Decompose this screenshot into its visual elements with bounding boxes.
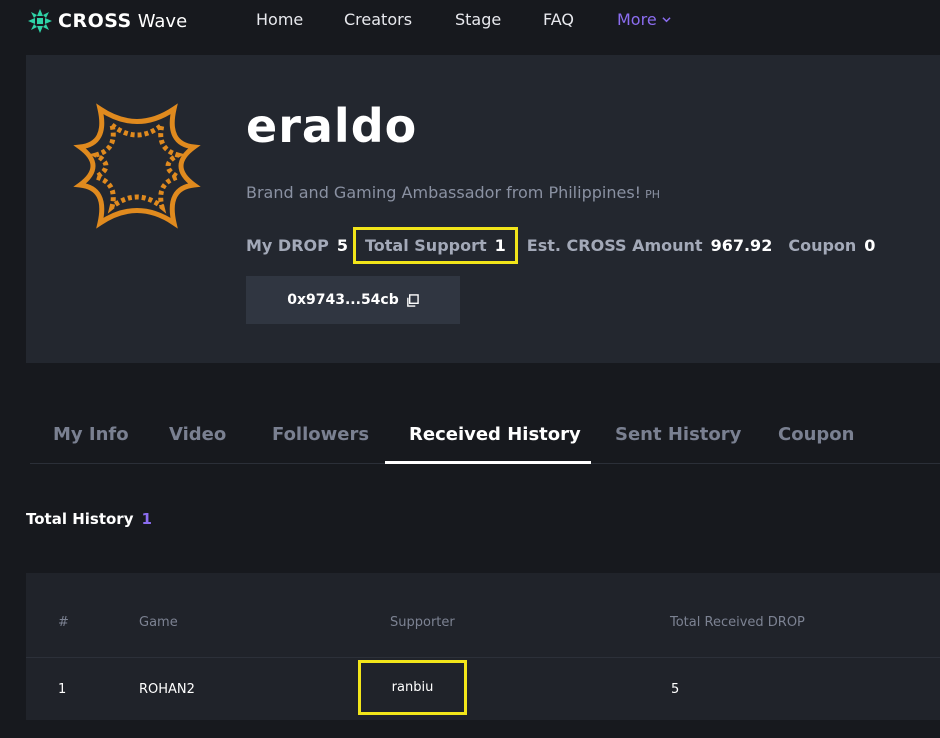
cell-game: ROHAN2 <box>139 682 195 697</box>
col-received-header: Total Received DROP <box>670 615 805 630</box>
table-divider <box>26 657 940 658</box>
stat-total-support: Total Support 1 <box>353 227 518 264</box>
brand-sub: Wave <box>137 10 188 32</box>
stat-total-support-label: Total Support <box>365 236 487 255</box>
tab-my-info[interactable]: My Info <box>53 424 129 445</box>
nav-creators[interactable]: Creators <box>344 10 412 29</box>
total-history-count: 1 <box>141 510 152 528</box>
tab-received-history[interactable]: Received History <box>409 424 581 445</box>
stat-my-drop-value: 5 <box>336 236 348 255</box>
profile-name: eraldo <box>246 99 418 153</box>
stat-my-drop: My DROP 5 <box>246 236 348 255</box>
top-nav: CROSS Wave Home Creators Stage FAQ More <box>0 0 940 42</box>
nav-more-label: More <box>617 10 657 29</box>
copy-icon <box>406 293 419 307</box>
nav-home[interactable]: Home <box>256 10 303 29</box>
tab-followers[interactable]: Followers <box>272 424 369 445</box>
total-history-label: Total History <box>26 510 134 528</box>
stat-coupon: Coupon 0 <box>788 236 875 255</box>
stat-total-support-value: 1 <box>494 236 506 255</box>
cross-logo-icon <box>28 9 52 33</box>
brand-name: CROSS <box>58 10 132 32</box>
col-index-header: # <box>58 615 69 630</box>
wallet-address: 0x9743...54cb <box>287 292 399 308</box>
total-history: Total History 1 <box>26 510 152 528</box>
tab-sent-history[interactable]: Sent History <box>615 424 741 445</box>
stat-est-cross: Est. CROSS Amount 967.92 <box>527 236 773 255</box>
avatar <box>73 103 201 229</box>
col-game-header: Game <box>139 615 178 630</box>
cell-received: 5 <box>671 682 680 697</box>
page: CROSS Wave Home Creators Stage FAQ More … <box>0 0 940 738</box>
cell-index: 1 <box>58 682 67 697</box>
profile-card: eraldo Brand and Gaming Ambassador from … <box>26 55 940 363</box>
chevron-down-icon <box>662 17 671 23</box>
nav-faq[interactable]: FAQ <box>543 10 574 29</box>
bio-text: Brand and Gaming Ambassador from Philipp… <box>246 183 642 202</box>
stat-est-cross-label: Est. CROSS Amount <box>526 236 703 255</box>
nav-stage[interactable]: Stage <box>455 10 501 29</box>
nav-more[interactable]: More <box>617 10 671 29</box>
cell-supporter[interactable]: ranbiu <box>358 660 467 715</box>
history-table: # Game Supporter Total Received DROP 1 R… <box>26 573 940 720</box>
stat-my-drop-label: My DROP <box>246 236 329 255</box>
active-tab-indicator <box>385 461 591 464</box>
col-supporter-header: Supporter <box>390 615 455 630</box>
stat-coupon-label: Coupon <box>788 236 857 255</box>
cell-supporter-name: ranbiu <box>391 680 434 695</box>
profile-bio: Brand and Gaming Ambassador from Philipp… <box>246 183 660 202</box>
tab-video[interactable]: Video <box>169 424 226 445</box>
tab-coupon[interactable]: Coupon <box>778 424 854 445</box>
stat-est-cross-value: 967.92 <box>710 236 773 255</box>
profile-tabs: My Info Video Followers Received History… <box>30 412 940 464</box>
stat-coupon-value: 0 <box>864 236 876 255</box>
brand-logo[interactable]: CROSS Wave <box>26 6 187 36</box>
profile-stats: My DROP 5 Total Support 1 Est. CROSS Amo… <box>246 227 875 264</box>
wallet-copy-button[interactable]: 0x9743...54cb <box>246 276 460 324</box>
country-code: PH <box>645 188 660 201</box>
